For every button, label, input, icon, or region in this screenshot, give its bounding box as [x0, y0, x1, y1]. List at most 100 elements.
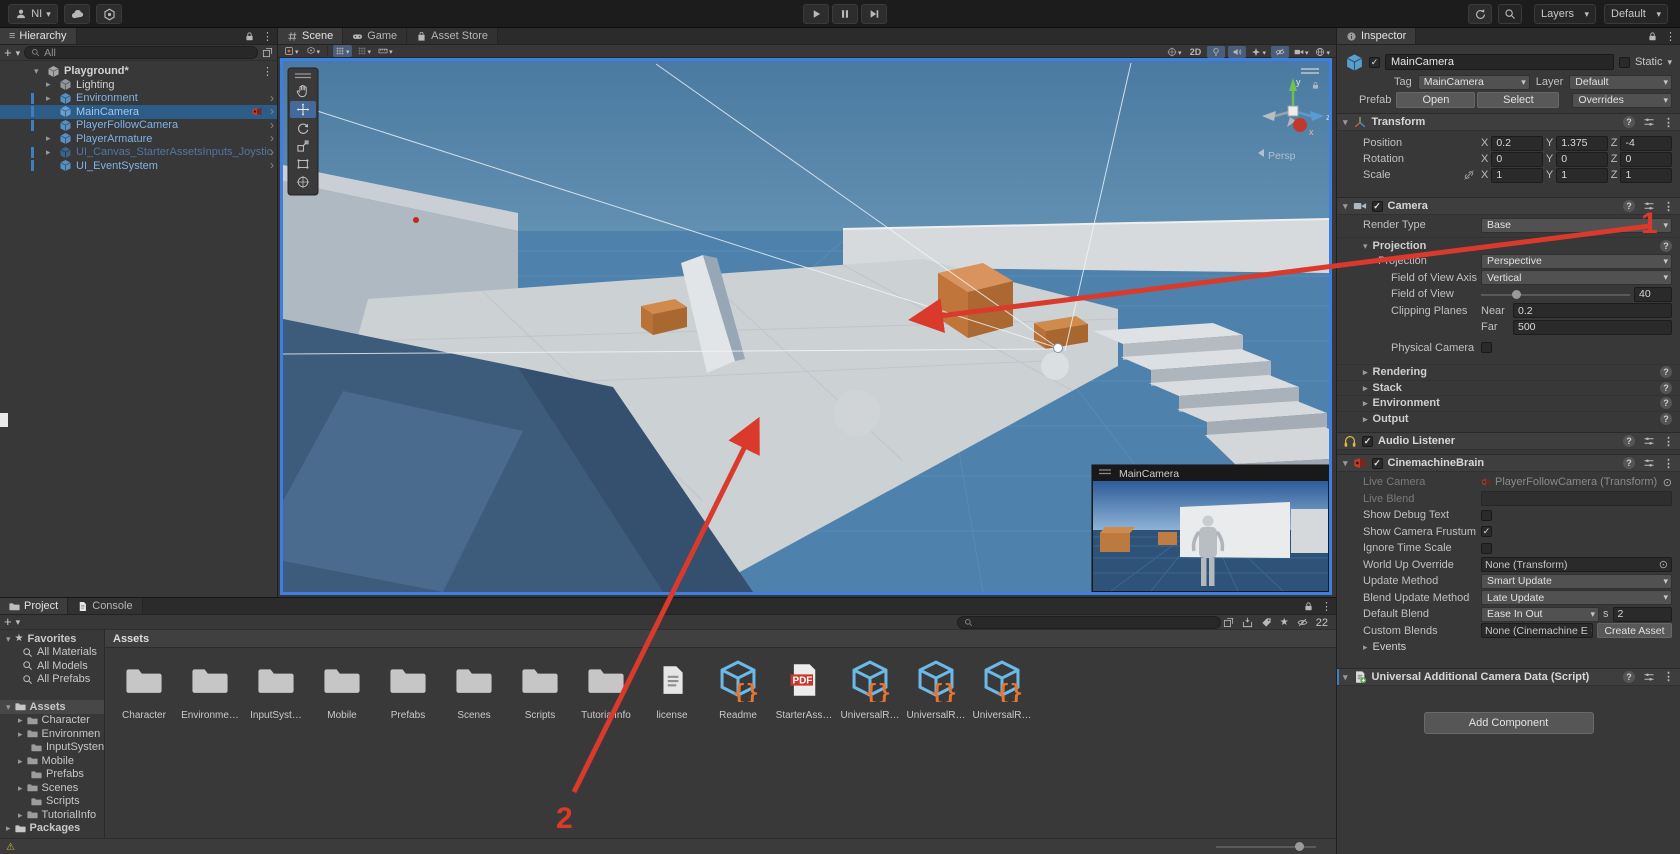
- effects-dropdown[interactable]: [1249, 46, 1268, 58]
- kebab-menu-icon[interactable]: [1663, 116, 1674, 129]
- tab-asset-store[interactable]: Asset Store: [407, 28, 498, 44]
- step-button[interactable]: [861, 4, 887, 24]
- foldout-icon[interactable]: [1343, 200, 1348, 212]
- hierarchy-item-ui-canvas[interactable]: UI_Canvas_StarterAssetsInputs_Joystic: [0, 146, 277, 160]
- hierarchy-item-lighting[interactable]: Lighting: [0, 78, 277, 92]
- lock-icon[interactable]: [1303, 601, 1314, 612]
- kebab-menu-icon[interactable]: [1663, 670, 1674, 683]
- help-icon[interactable]: [1623, 435, 1635, 447]
- zoom-slider-knob[interactable]: [1295, 842, 1304, 851]
- asset-readme[interactable]: Readme: [705, 657, 771, 721]
- hierarchy-item-playerfollowcamera[interactable]: PlayerFollowCamera: [0, 119, 277, 133]
- stack-foldout[interactable]: Stack: [1337, 380, 1680, 396]
- constrain-proportions-icon[interactable]: [1463, 169, 1475, 181]
- chevron-down-icon[interactable]: [16, 47, 21, 59]
- custom-blends-object-field[interactable]: None (Cinemachine E: [1481, 623, 1593, 638]
- camera-position-handle[interactable]: [1054, 344, 1063, 353]
- asset-scripts[interactable]: Scripts: [507, 657, 573, 721]
- asset-tutorialinfo[interactable]: TutorialInfo: [573, 657, 639, 721]
- update-method-dropdown[interactable]: Smart Update: [1481, 574, 1672, 589]
- visibility-toggle[interactable]: [1271, 46, 1289, 58]
- audio-toggle[interactable]: [1228, 46, 1246, 58]
- tool-settings-dropdown[interactable]: [282, 45, 301, 57]
- tree-packages[interactable]: Packages: [0, 822, 104, 836]
- default-blend-dropdown[interactable]: Ease In Out: [1481, 607, 1599, 622]
- rotation-y-field[interactable]: 0: [1556, 152, 1608, 167]
- kebab-menu-icon[interactable]: [1665, 30, 1676, 43]
- tree-scenes[interactable]: Scenes: [0, 781, 104, 795]
- asset-starterassets-pdf[interactable]: StarterAss…: [771, 657, 837, 721]
- scale-z-field[interactable]: 1: [1620, 168, 1672, 183]
- position-x-field[interactable]: 0.2: [1491, 136, 1543, 151]
- presets-icon[interactable]: [1643, 435, 1655, 447]
- foldout-icon[interactable]: [46, 133, 59, 144]
- prefab-open-button[interactable]: Open: [1396, 92, 1475, 108]
- help-icon[interactable]: [1660, 366, 1672, 378]
- object-picker-icon[interactable]: [1659, 558, 1668, 571]
- asset-license[interactable]: license: [639, 657, 705, 721]
- transform-component-header[interactable]: Transform: [1337, 113, 1680, 131]
- projection-dropdown[interactable]: Perspective: [1481, 254, 1672, 269]
- snap-increment-dropdown[interactable]: [376, 45, 395, 57]
- cinemachine-brain-header[interactable]: CinemachineBrain: [1337, 454, 1680, 472]
- static-dropdown-icon[interactable]: [1667, 56, 1672, 68]
- tree-mobile[interactable]: Mobile: [0, 754, 104, 768]
- tree-inputsystem[interactable]: InputSysten: [0, 741, 104, 755]
- kebab-menu-icon[interactable]: [1663, 200, 1674, 213]
- tab-hierarchy[interactable]: Hierarchy: [0, 28, 77, 44]
- blend-update-dropdown[interactable]: Late Update: [1481, 590, 1672, 605]
- open-window-icon[interactable]: [262, 47, 273, 58]
- help-icon[interactable]: [1623, 116, 1635, 128]
- show-debug-checkbox[interactable]: [1481, 510, 1492, 521]
- render-type-dropdown[interactable]: Base: [1481, 218, 1672, 233]
- cinemachine-enabled-checkbox[interactable]: [1372, 458, 1383, 469]
- blend-seconds-field[interactable]: 2: [1613, 607, 1673, 622]
- presets-icon[interactable]: [1643, 671, 1655, 683]
- tag-icon[interactable]: [1261, 617, 1272, 628]
- hierarchy-item-ui-eventsystem[interactable]: UI_EventSystem: [0, 159, 277, 173]
- projection-section-header[interactable]: Projection: [1337, 237, 1680, 253]
- camera-view-dropdown[interactable]: [1292, 46, 1311, 58]
- asset-mobile[interactable]: Mobile: [309, 657, 375, 721]
- camera-component-header[interactable]: Camera: [1337, 197, 1680, 215]
- ignore-time-checkbox[interactable]: [1481, 543, 1492, 554]
- foldout-icon[interactable]: [1343, 671, 1348, 683]
- foldout-icon[interactable]: [6, 701, 11, 713]
- lock-icon[interactable]: [244, 31, 255, 42]
- favorites-node[interactable]: Favorites: [0, 632, 104, 646]
- foldout-icon[interactable]: [1343, 457, 1348, 469]
- grid-snap-toggle[interactable]: [333, 45, 352, 57]
- output-foldout[interactable]: Output: [1337, 411, 1680, 427]
- foldout-icon[interactable]: [1343, 116, 1348, 128]
- physical-camera-checkbox[interactable]: [1481, 342, 1492, 353]
- kebab-menu-icon[interactable]: [262, 65, 273, 78]
- audio-listener-header[interactable]: Audio Listener: [1337, 432, 1680, 450]
- pivot-dropdown[interactable]: [304, 45, 323, 57]
- position-z-field[interactable]: -4: [1620, 136, 1672, 151]
- tree-assets-root[interactable]: Assets: [0, 700, 104, 714]
- help-icon[interactable]: [1623, 200, 1635, 212]
- kebab-menu-icon[interactable]: [1663, 457, 1674, 470]
- 2d-toggle[interactable]: 2D: [1186, 46, 1204, 58]
- hierarchy-search-input[interactable]: All: [24, 46, 258, 59]
- layer-dropdown[interactable]: Default: [1569, 75, 1672, 90]
- help-icon[interactable]: [1660, 413, 1672, 425]
- foldout-icon[interactable]: [46, 147, 59, 158]
- chevron-right-icon[interactable]: [270, 119, 274, 132]
- foldout-icon[interactable]: [46, 79, 59, 90]
- prefab-select-button[interactable]: Select: [1477, 92, 1559, 108]
- help-icon[interactable]: [1623, 671, 1635, 683]
- presets-icon[interactable]: [1643, 116, 1655, 128]
- hierarchy-item-maincamera[interactable]: MainCamera: [0, 105, 277, 119]
- chevron-right-icon[interactable]: [270, 92, 274, 105]
- object-name-field[interactable]: MainCamera: [1385, 54, 1614, 70]
- asset-environment[interactable]: Environme…: [177, 657, 243, 721]
- foldout-icon[interactable]: [34, 66, 47, 77]
- audio-listener-checkbox[interactable]: [1362, 436, 1373, 447]
- undo-history-button[interactable]: [1468, 4, 1492, 24]
- presets-icon[interactable]: [1643, 200, 1655, 212]
- favorite-all-materials[interactable]: All Materials: [0, 646, 104, 660]
- assets-breadcrumb[interactable]: Assets: [105, 630, 1336, 648]
- presets-icon[interactable]: [1643, 457, 1655, 469]
- fov-value-field[interactable]: 40: [1634, 287, 1672, 302]
